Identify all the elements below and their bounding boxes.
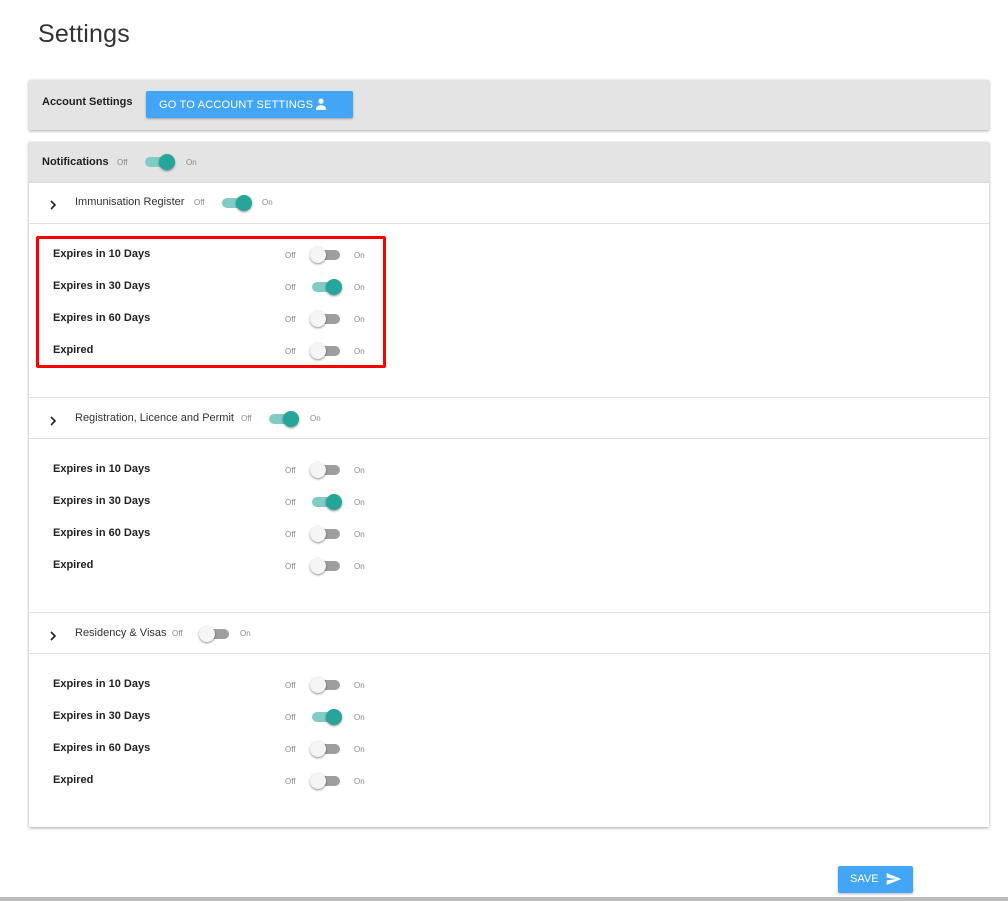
list-item: Expires in 30 Days Off On (29, 277, 989, 297)
list-item: Expired Off On (29, 341, 989, 361)
go-to-account-settings-button[interactable]: GO TO ACCOUNT SETTINGS (146, 91, 353, 118)
on-label: On (354, 283, 365, 292)
off-label: Off (285, 347, 296, 356)
item-toggle[interactable] (310, 558, 340, 574)
section-off-label: Off (194, 198, 205, 207)
item-label: Expires in 30 Days (53, 710, 151, 722)
chevron-right-icon[interactable] (49, 197, 57, 215)
off-label: Off (285, 283, 296, 292)
save-label: SAVE (850, 873, 879, 885)
on-label: On (354, 745, 365, 754)
go-to-account-settings-label: GO TO ACCOUNT SETTINGS (159, 98, 314, 111)
page-title: Settings (38, 20, 130, 48)
chevron-right-icon[interactable] (49, 413, 57, 431)
section-title: Registration, Licence and Permit (75, 412, 234, 424)
off-label: Off (285, 530, 296, 539)
on-label: On (354, 251, 365, 260)
off-label: Off (285, 315, 296, 324)
item-toggle[interactable] (312, 709, 342, 725)
section-on-label: On (262, 198, 273, 207)
off-label: Off (285, 562, 296, 571)
on-label: On (354, 562, 365, 571)
section-title: Residency & Visas (75, 627, 167, 639)
off-label: Off (285, 251, 296, 260)
item-toggle[interactable] (310, 677, 340, 693)
item-label: Expires in 30 Days (53, 280, 151, 292)
on-label: On (354, 315, 365, 324)
section-residency-visas: Residency & Visas Off On (29, 612, 989, 654)
list-item: Expires in 60 Days Off On (29, 739, 989, 759)
person-icon (314, 97, 328, 114)
account-settings-card: Account Settings GO TO ACCOUNT SETTINGS (29, 80, 989, 130)
notifications-header: Notifications Off On (29, 142, 989, 183)
notifications-label: Notifications (42, 156, 109, 168)
item-toggle[interactable] (310, 343, 340, 359)
item-label: Expires in 30 Days (53, 495, 151, 507)
item-label: Expires in 60 Days (53, 527, 151, 539)
on-label: On (354, 530, 365, 539)
item-toggle[interactable] (310, 247, 340, 263)
list-item: Expires in 60 Days Off On (29, 524, 989, 544)
list-item: Expired Off On (29, 556, 989, 576)
item-label: Expired (53, 774, 94, 786)
list-item: Expired Off On (29, 771, 989, 791)
section-immunisation-register: Immunisation Register Off On (29, 182, 989, 224)
bottom-scrollbar (0, 897, 1008, 901)
send-icon (886, 872, 902, 889)
section-off-label: Off (172, 629, 183, 638)
off-label: Off (285, 681, 296, 690)
chevron-right-icon[interactable] (49, 628, 57, 646)
item-label: Expires in 10 Days (53, 248, 151, 260)
section-on-label: On (310, 414, 321, 423)
on-label: On (354, 777, 365, 786)
off-label: Off (285, 745, 296, 754)
item-label: Expires in 10 Days (53, 463, 151, 475)
list-item: Expires in 10 Days Off On (29, 245, 989, 265)
item-toggle[interactable] (310, 741, 340, 757)
on-label: On (354, 347, 365, 356)
list-item: Expires in 10 Days Off On (29, 675, 989, 695)
notifications-card: Notifications Off On Immunisation Regist… (29, 142, 989, 827)
list-item: Expires in 60 Days Off On (29, 309, 989, 329)
notifications-on-label: On (186, 158, 197, 167)
on-label: On (354, 498, 365, 507)
save-button[interactable]: SAVE (838, 866, 913, 893)
item-label: Expires in 60 Days (53, 742, 151, 754)
item-toggle[interactable] (312, 279, 342, 295)
item-label: Expires in 10 Days (53, 678, 151, 690)
section-registration-licence-permit: Registration, Licence and Permit Off On (29, 397, 989, 439)
section-title: Immunisation Register (75, 196, 185, 208)
on-label: On (354, 466, 365, 475)
off-label: Off (285, 777, 296, 786)
off-label: Off (285, 466, 296, 475)
section-on-label: On (240, 629, 251, 638)
item-label: Expired (53, 559, 94, 571)
on-label: On (354, 713, 365, 722)
item-toggle[interactable] (310, 526, 340, 542)
section-toggle-residency[interactable] (199, 626, 229, 642)
item-label: Expired (53, 344, 94, 356)
item-toggle[interactable] (312, 494, 342, 510)
on-label: On (354, 681, 365, 690)
item-toggle[interactable] (310, 773, 340, 789)
notifications-toggle[interactable] (145, 154, 175, 170)
account-settings-label: Account Settings (42, 96, 133, 108)
off-label: Off (285, 498, 296, 507)
off-label: Off (285, 713, 296, 722)
section-off-label: Off (241, 414, 252, 423)
section-toggle-registration[interactable] (269, 411, 299, 427)
notifications-off-label: Off (117, 158, 128, 167)
item-toggle[interactable] (310, 462, 340, 478)
item-toggle[interactable] (310, 311, 340, 327)
list-item: Expires in 30 Days Off On (29, 707, 989, 727)
list-item: Expires in 10 Days Off On (29, 460, 989, 480)
section-toggle-immunisation[interactable] (222, 195, 252, 211)
item-label: Expires in 60 Days (53, 312, 151, 324)
list-item: Expires in 30 Days Off On (29, 492, 989, 512)
